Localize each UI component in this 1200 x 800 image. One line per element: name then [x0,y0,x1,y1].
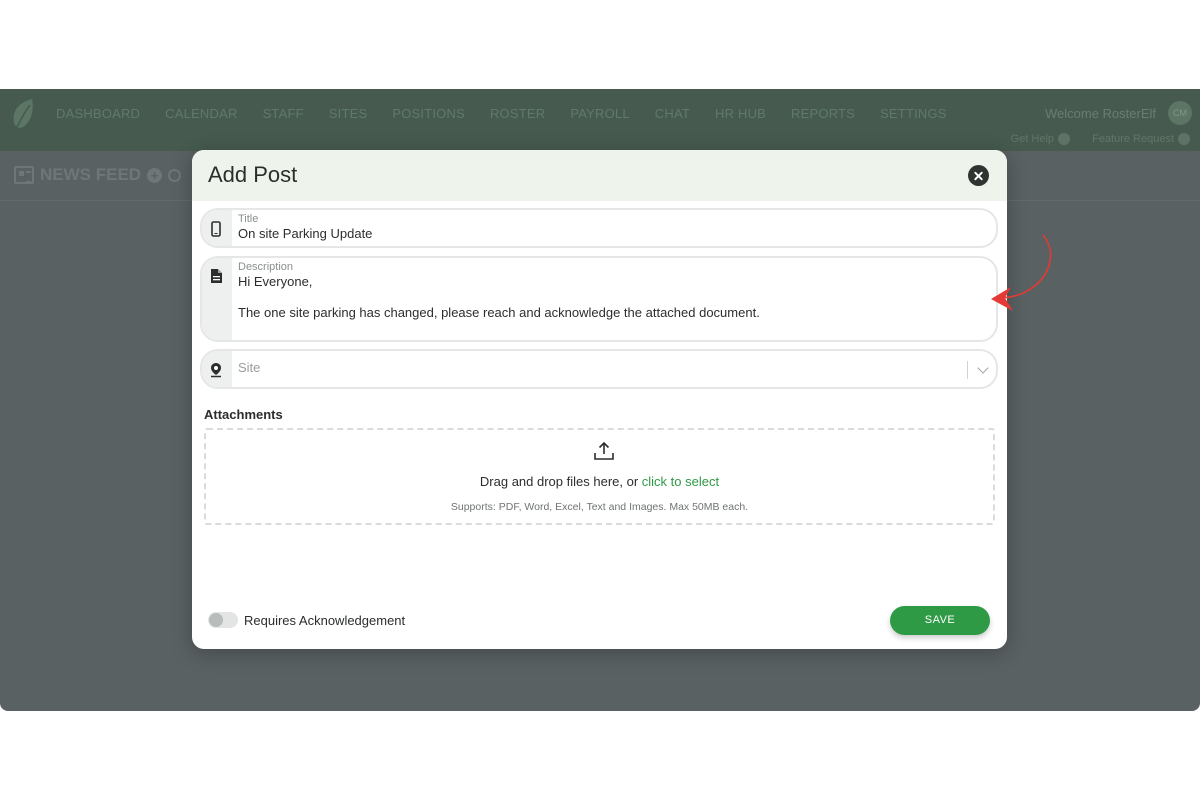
location-pin-icon [211,363,221,378]
page-title-group: NEWS FEED + [14,165,182,185]
nav-item-roster[interactable]: ROSTER [490,106,545,121]
add-post-modal: Add Post Title On site Parking Update De… [192,150,1007,649]
nav-item-chat[interactable]: CHAT [655,106,690,121]
nav-item-payroll[interactable]: PAYROLL [570,106,629,121]
smartphone-icon [211,221,221,237]
toggle-knob [209,613,223,627]
title-icon-column [202,210,232,246]
nav-item-staff[interactable]: STAFF [263,106,304,121]
leaf-logo-icon[interactable] [8,97,38,133]
select-separator [967,361,968,379]
modal-title: Add Post [208,162,298,187]
dropzone-text: Drag and drop files here, or [479,474,642,489]
requires-acknowledgement-toggle[interactable] [208,612,238,628]
dropzone-instructions: Drag and drop files here, or click to se… [206,474,993,489]
requires-acknowledgement-label: Requires Acknowledgement [244,613,406,628]
nav-item-reports[interactable]: REPORTS [791,106,855,121]
title-field-label: Title [238,213,259,225]
nav-item-dashboard[interactable]: DASHBOARD [56,106,140,121]
lightbulb-icon [1178,133,1190,145]
save-button[interactable]: SAVE [890,606,990,635]
get-help-label: Get Help [1010,133,1055,145]
dropzone-supports-text: Supports: PDF, Word, Excel, Text and Ima… [450,501,749,513]
help-icon [1058,133,1071,145]
nav-item-calendar[interactable]: CALENDAR [165,106,237,121]
top-navigation-bar: DASHBOARD CALENDAR STAFF SITES POSITIONS… [0,89,1200,151]
newspaper-icon [14,166,34,184]
help-links: Get Help Feature Request [1011,133,1190,145]
annotation-arrow-icon [991,234,1052,311]
description-icon-column [202,258,232,340]
welcome-text: Welcome RosterElf [1044,106,1156,121]
nav-item-settings[interactable]: SETTINGS [880,106,947,121]
avatar[interactable]: CM [1168,101,1192,125]
description-line-1[interactable]: Hi Everyone, [238,274,312,290]
page-title: NEWS FEED [40,165,142,184]
nav-item-hr-hub[interactable]: HR HUB [715,106,766,121]
click-to-select-link[interactable]: click to select [642,474,719,489]
nav-item-positions[interactable]: POSITIONS [392,106,465,121]
close-icon[interactable] [968,165,989,186]
main-nav: DASHBOARD CALENDAR STAFF SITES POSITIONS… [56,106,972,121]
description-field-label: Description [238,261,294,273]
get-help-link[interactable]: Get Help [1010,133,1071,145]
site-icon-column [202,351,232,387]
title-field[interactable]: Title On site Parking Update [200,208,998,248]
modal-header: Add Post [192,150,1007,201]
document-icon [211,269,222,283]
description-field[interactable]: Description Hi Everyone, The one site pa… [200,256,998,342]
add-post-icon[interactable]: + [147,167,163,183]
chevron-down-icon[interactable] [977,362,989,374]
site-select[interactable]: Site [200,349,998,389]
feature-request-label: Feature Request [1092,133,1174,145]
file-dropzone[interactable]: Drag and drop files here, or click to se… [204,428,995,525]
nav-item-sites[interactable]: SITES [329,106,368,121]
description-line-2[interactable]: The one site parking has changed, please… [238,305,760,321]
history-icon[interactable] [168,168,182,182]
feature-request-link[interactable]: Feature Request [1092,133,1190,145]
upload-icon [594,441,614,460]
site-placeholder: Site [238,360,261,375]
title-input[interactable]: On site Parking Update [238,226,372,242]
attachments-label: Attachments [204,407,283,422]
